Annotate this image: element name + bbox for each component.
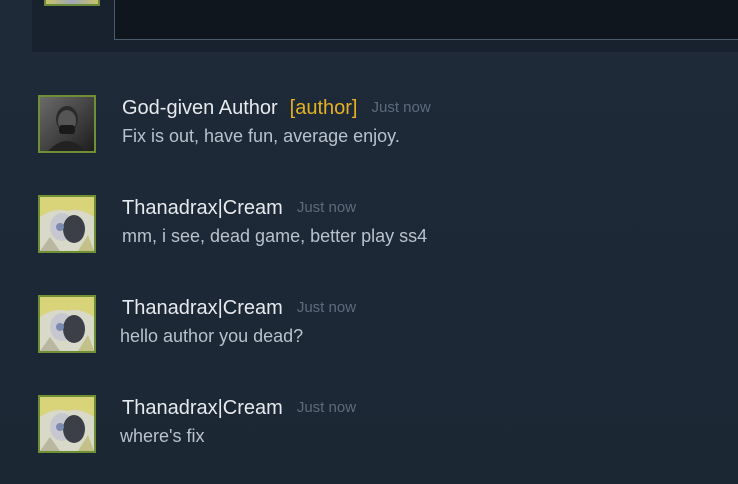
current-user-avatar (44, 0, 100, 6)
comment-author[interactable]: Thanadrax|Cream (122, 397, 283, 419)
author-badge: [author] (289, 97, 358, 119)
user-avatar-image (40, 197, 94, 251)
comment-timestamp: Just now (296, 299, 357, 316)
avatar[interactable] (38, 295, 96, 353)
comment-thread: God-given Author [author] Just now Fix is … (0, 0, 738, 484)
comment-composer (32, 0, 738, 52)
comment-timestamp: Just now (371, 99, 431, 116)
comment-author[interactable]: God-given Author (122, 97, 278, 119)
comment-author[interactable]: Thanadrax|Cream (122, 197, 283, 219)
comment-text: where's fix (120, 426, 205, 446)
user-avatar-image (40, 397, 94, 451)
comment-text: Fix is out, have fun, average enjoy. (122, 126, 400, 146)
comment-timestamp: Just now (296, 199, 357, 216)
user-avatar-image (40, 297, 94, 351)
comment-text: mm, i see, dead game, better play ss4 (122, 226, 428, 246)
comment-item: Thanadrax|Cream Just now mm, i see, dead … (38, 195, 718, 255)
comment-text: hello author you dead? (120, 326, 304, 346)
author-avatar-image (40, 97, 94, 151)
avatar[interactable] (38, 195, 96, 253)
avatar[interactable] (38, 395, 96, 453)
comment-item: God-given Author [author] Just now Fix is … (38, 95, 718, 155)
comment-timestamp: Just now (296, 399, 357, 416)
comment-item: Thanadrax|Cream Just now where's fix (38, 395, 718, 455)
comment-author[interactable]: Thanadrax|Cream (122, 297, 283, 319)
avatar[interactable] (38, 95, 96, 153)
comment-item: Thanadrax|Cream Just now hello author you… (38, 295, 718, 355)
comment-input[interactable] (114, 0, 738, 40)
